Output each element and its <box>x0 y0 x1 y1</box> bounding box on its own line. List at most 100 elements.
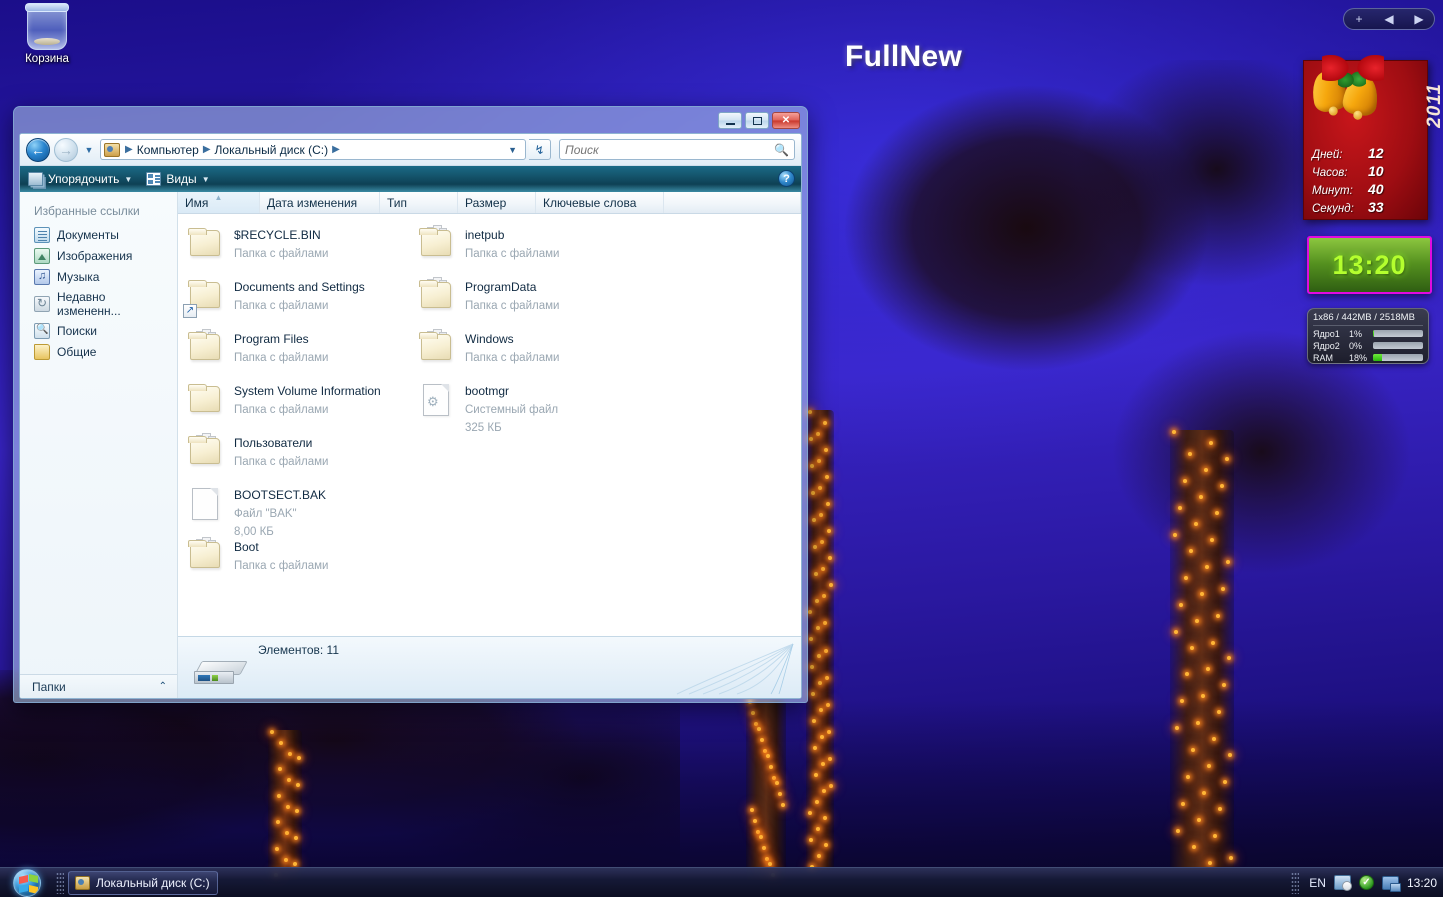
chevron-down-icon: ▼ <box>124 174 133 184</box>
folder-with-files-icon <box>417 328 455 368</box>
sysmon-row: Ядро1 1% <box>1313 328 1423 339</box>
sidebar-item-public[interactable]: Общие <box>20 341 177 362</box>
file-list-item[interactable]: Windows Папка с файлами <box>409 326 640 378</box>
sidebar-item-label: Документы <box>57 227 119 242</box>
file-type: Папка с файлами <box>465 352 560 364</box>
file-type: Папка с файлами <box>234 248 329 260</box>
help-button[interactable]: ? <box>778 170 795 187</box>
minimize-button[interactable] <box>718 112 742 129</box>
folder-shortcut-icon: ↗ <box>183 276 224 318</box>
explorer-toolbar[interactable]: Упорядочить ▼ Виды ▼ ? <box>20 166 801 192</box>
sidebar-item-pictures[interactable]: Изображения <box>20 245 177 266</box>
file-type: Файл "BAK" <box>234 508 297 520</box>
file-list-item[interactable]: $RECYCLE.BIN Папка с файлами <box>178 222 409 274</box>
maximize-icon <box>752 116 762 125</box>
desktop-icon-recycle-bin[interactable]: Корзина <box>8 3 86 66</box>
file-name: $RECYCLE.BIN <box>234 228 321 242</box>
organize-button[interactable]: Упорядочить ▼ <box>28 172 132 186</box>
security-shield-icon[interactable]: ✓ <box>1358 875 1374 890</box>
sidebar-item-label: Общие <box>57 344 97 359</box>
file-list-item[interactable]: inetpub Папка с файлами <box>409 222 640 274</box>
system-tray[interactable]: EN ✓ 13:20 <box>1289 868 1443 897</box>
bells-icon <box>1308 49 1400 127</box>
forward-button[interactable]: → <box>54 137 78 162</box>
christmas-year: 2011 <box>1424 83 1443 128</box>
folder-icon <box>34 343 50 360</box>
folder-with-files-icon <box>417 276 455 316</box>
file-type: Папка с файлами <box>234 300 329 312</box>
picture-icon <box>34 247 50 264</box>
column-header-type[interactable]: Тип <box>380 192 458 213</box>
file-list-item[interactable]: Program Files Папка с файлами <box>178 326 409 378</box>
close-button[interactable]: ✕ <box>772 112 800 129</box>
search-input[interactable] <box>565 142 775 157</box>
sysmon-percent: 1% <box>1349 328 1363 339</box>
file-list[interactable]: $RECYCLE.BIN Папка с файлами ↗ Documents… <box>178 214 801 636</box>
palm-trunk-left <box>268 730 302 880</box>
file-list-item[interactable]: System Volume Information Папка с файлам… <box>178 378 409 430</box>
language-indicator[interactable]: EN <box>1309 876 1326 890</box>
column-header-keywords[interactable]: Ключевые слова <box>536 192 664 213</box>
file-list-item[interactable]: ↗ Documents and Settings Папка с файлами <box>178 274 409 326</box>
sidebar-item-music[interactable]: Музыка <box>20 266 177 287</box>
address-bar[interactable]: ▶ Компьютер ▶ Локальный диск (C:) ▶ ▼ <box>100 139 526 160</box>
navigation-pane[interactable]: Избранные ссылки Документы Изображения М… <box>20 192 178 698</box>
sidebar-item-documents[interactable]: Документы <box>20 224 177 245</box>
folder-with-files-icon <box>186 536 224 576</box>
start-button[interactable] <box>0 868 54 897</box>
file-list-item[interactable]: Пользователи Папка с файлами <box>178 430 409 482</box>
history-dropdown-icon[interactable]: ▼ <box>82 145 96 155</box>
breadcrumb-computer[interactable]: Компьютер <box>135 143 201 157</box>
search-box[interactable]: 🔍 <box>559 139 795 160</box>
back-button[interactable]: ← <box>26 137 50 162</box>
column-header-date-modified[interactable]: Дата изменения <box>260 192 380 213</box>
task-button-list[interactable]: Локальный диск (C:) <box>66 870 218 895</box>
file-type: Папка с файлами <box>234 404 329 416</box>
sysmon-bar <box>1373 330 1423 337</box>
folders-pane-label: Папки <box>32 679 66 694</box>
fairy-lights-center <box>806 410 834 870</box>
sidebar-item-recently-changed[interactable]: Недавно измененн... <box>20 287 177 320</box>
status-bar: Элементов: 11 <box>178 636 801 698</box>
taskbar-grip[interactable] <box>56 871 64 894</box>
display-icon[interactable] <box>1381 875 1401 892</box>
gadget-system-monitor[interactable]: 1x86 / 442MB / 2518MB Ядро1 1% Ядро2 0% … <box>1307 308 1429 364</box>
file-list-item[interactable]: BOOTSECT.BAK Файл "BAK" 8,00 КБ <box>178 482 409 538</box>
taskbar-item-local-disk[interactable]: Локальный диск (C:) <box>68 870 218 895</box>
chevron-down-icon: ▼ <box>201 174 210 184</box>
sidebar-item-searches[interactable]: Поиски <box>20 320 177 341</box>
explorer-window[interactable]: ✕ ← → ▼ ▶ Компьютер ▶ Локальный диск (C:… <box>13 106 808 703</box>
sysmon-header: 1x86 / 442MB / 2518MB <box>1313 312 1423 326</box>
desktop[interactable]: Корзина FullNew + ◀ ▶ 2011 Дней: 12 Часо… <box>0 0 1443 897</box>
gadget-toolbar[interactable]: + ◀ ▶ <box>1343 8 1435 30</box>
add-gadget-icon[interactable]: + <box>1344 13 1374 25</box>
file-name: Documents and Settings <box>234 280 365 294</box>
file-list-item[interactable]: ProgramData Папка с файлами <box>409 274 640 326</box>
views-button[interactable]: Виды ▼ <box>146 172 210 186</box>
column-label: Размер <box>465 195 507 210</box>
refresh-button[interactable]: ↯ <box>529 139 551 160</box>
column-header-name[interactable]: ▲ Имя <box>178 192 260 213</box>
gadget-christmas-countdown[interactable]: 2011 Дней: 12 Часов: 10 Минут: 40 Секунд… <box>1303 55 1443 220</box>
address-dropdown-icon[interactable]: ▼ <box>503 145 522 155</box>
next-gadget-page-icon[interactable]: ▶ <box>1404 13 1434 25</box>
gadget-digital-clock[interactable]: 13:20 <box>1307 236 1432 294</box>
taskbar[interactable]: Локальный диск (C:) EN ✓ 13:20 <box>0 867 1443 897</box>
folders-pane-toggle[interactable]: Папки ⌃ <box>20 674 177 698</box>
file-list-pane[interactable]: ▲ Имя Дата изменения Тип Размер Ключевые… <box>178 192 801 698</box>
window-titlebar[interactable]: ✕ <box>19 111 802 133</box>
window-controls[interactable]: ✕ <box>718 112 800 129</box>
maximize-button[interactable] <box>745 112 769 129</box>
address-bar-row[interactable]: ← → ▼ ▶ Компьютер ▶ Локальный диск (C:) … <box>20 134 801 166</box>
breadcrumb-local-disk[interactable]: Локальный диск (C:) <box>213 143 331 157</box>
file-list-item[interactable]: ⚙ bootmgr Системный файл 325 КБ <box>409 378 640 434</box>
file-list-item[interactable]: Boot Папка с файлами <box>178 534 409 586</box>
previous-gadget-page-icon[interactable]: ◀ <box>1374 13 1404 25</box>
column-header-row[interactable]: ▲ Имя Дата изменения Тип Размер Ключевые… <box>178 192 801 214</box>
tray-grip[interactable] <box>1291 871 1300 894</box>
column-header-size[interactable]: Размер <box>458 192 536 213</box>
taskbar-clock[interactable]: 13:20 <box>1407 876 1437 890</box>
sysmon-label: RAM <box>1313 352 1333 363</box>
file-name: Program Files <box>234 332 309 346</box>
network-icon[interactable] <box>1333 875 1352 891</box>
